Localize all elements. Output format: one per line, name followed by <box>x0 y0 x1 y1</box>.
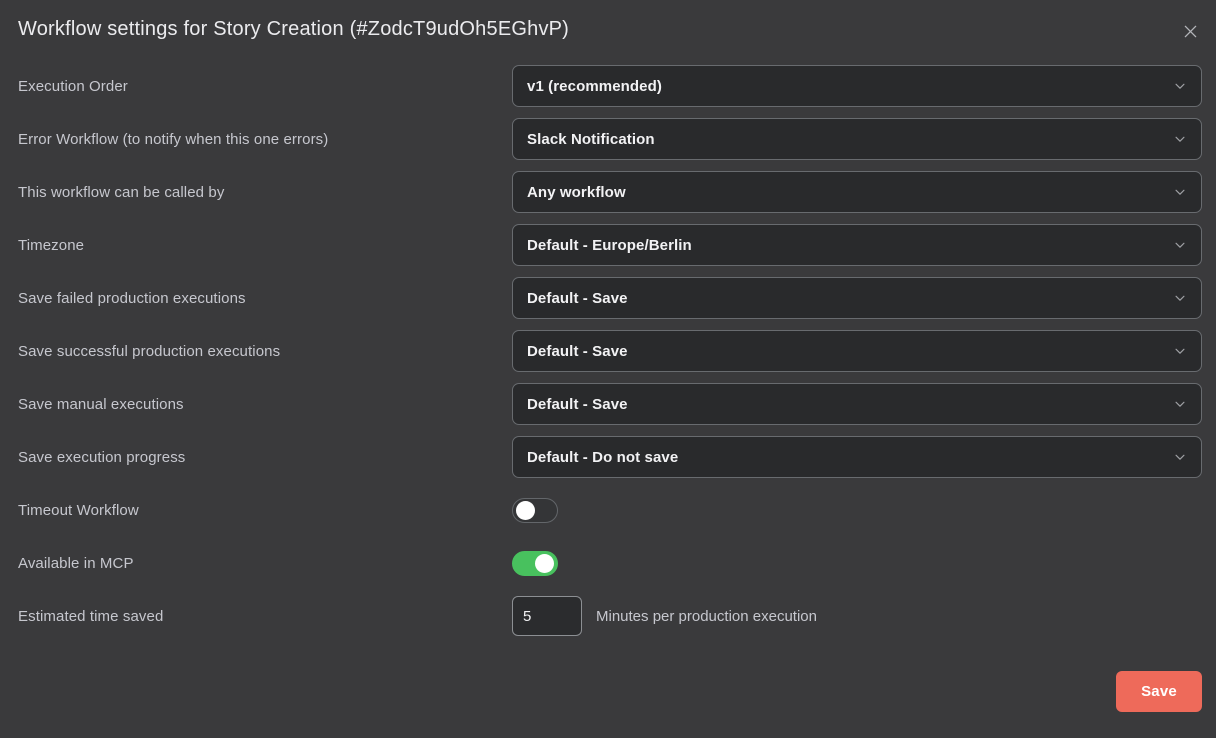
select-value: Default - Europe/Berlin <box>527 237 692 254</box>
save-execution-progress-select[interactable]: Default - Do not save <box>512 436 1202 478</box>
select-value: Default - Save <box>527 290 628 307</box>
save-failed-executions-select[interactable]: Default - Save <box>512 277 1202 319</box>
toggle-knob <box>535 554 554 573</box>
close-icon <box>1183 24 1198 39</box>
label-called-by: This workflow can be called by <box>18 184 224 201</box>
estimated-time-input[interactable] <box>512 596 582 636</box>
select-value: Any workflow <box>527 184 626 201</box>
estimated-time-suffix: Minutes per production execution <box>596 608 817 625</box>
label-save-manual: Save manual executions <box>18 396 184 413</box>
label-execution-order: Execution Order <box>18 78 128 95</box>
row-save-failed: Save failed production executions Defaul… <box>18 277 1202 319</box>
chevron-down-icon <box>1173 291 1187 305</box>
row-error-workflow: Error Workflow (to notify when this one … <box>18 118 1202 160</box>
row-estimated-time-saved: Estimated time saved Minutes per product… <box>18 595 1202 637</box>
modal-title: Workflow settings for Story Creation (#Z… <box>18 18 569 41</box>
chevron-down-icon <box>1173 132 1187 146</box>
execution-order-select[interactable]: v1 (recommended) <box>512 65 1202 107</box>
row-save-successful: Save successful production executions De… <box>18 330 1202 372</box>
save-manual-executions-select[interactable]: Default - Save <box>512 383 1202 425</box>
chevron-down-icon <box>1173 344 1187 358</box>
error-workflow-select[interactable]: Slack Notification <box>512 118 1202 160</box>
save-button[interactable]: Save <box>1116 671 1202 712</box>
select-value: Default - Save <box>527 343 628 360</box>
label-save-successful: Save successful production executions <box>18 343 280 360</box>
settings-rows: Execution Order v1 (recommended) Error W… <box>18 65 1202 637</box>
modal-footer: Save <box>18 671 1202 712</box>
label-timezone: Timezone <box>18 237 84 254</box>
select-value: Slack Notification <box>527 131 655 148</box>
row-available-in-mcp: Available in MCP <box>18 542 1202 584</box>
save-successful-executions-select[interactable]: Default - Save <box>512 330 1202 372</box>
chevron-down-icon <box>1173 450 1187 464</box>
timezone-select[interactable]: Default - Europe/Berlin <box>512 224 1202 266</box>
label-available-in-mcp: Available in MCP <box>18 555 134 572</box>
select-value: Default - Save <box>527 396 628 413</box>
chevron-down-icon <box>1173 185 1187 199</box>
row-timeout-workflow: Timeout Workflow <box>18 489 1202 531</box>
close-button[interactable] <box>1179 20 1202 43</box>
chevron-down-icon <box>1173 238 1187 252</box>
label-save-progress: Save execution progress <box>18 449 185 466</box>
timeout-workflow-toggle[interactable] <box>512 498 558 523</box>
called-by-select[interactable]: Any workflow <box>512 171 1202 213</box>
select-value: v1 (recommended) <box>527 78 662 95</box>
chevron-down-icon <box>1173 79 1187 93</box>
toggle-knob <box>516 501 535 520</box>
available-in-mcp-toggle[interactable] <box>512 551 558 576</box>
label-timeout-workflow: Timeout Workflow <box>18 502 139 519</box>
row-save-manual: Save manual executions Default - Save <box>18 383 1202 425</box>
modal-header: Workflow settings for Story Creation (#Z… <box>18 18 1202 43</box>
label-estimated-time-saved: Estimated time saved <box>18 608 163 625</box>
label-save-failed: Save failed production executions <box>18 290 246 307</box>
row-save-progress: Save execution progress Default - Do not… <box>18 436 1202 478</box>
select-value: Default - Do not save <box>527 449 678 466</box>
label-error-workflow: Error Workflow (to notify when this one … <box>18 131 328 148</box>
workflow-settings-modal: Workflow settings for Story Creation (#Z… <box>0 0 1216 738</box>
row-execution-order: Execution Order v1 (recommended) <box>18 65 1202 107</box>
chevron-down-icon <box>1173 397 1187 411</box>
row-called-by: This workflow can be called by Any workf… <box>18 171 1202 213</box>
row-timezone: Timezone Default - Europe/Berlin <box>18 224 1202 266</box>
